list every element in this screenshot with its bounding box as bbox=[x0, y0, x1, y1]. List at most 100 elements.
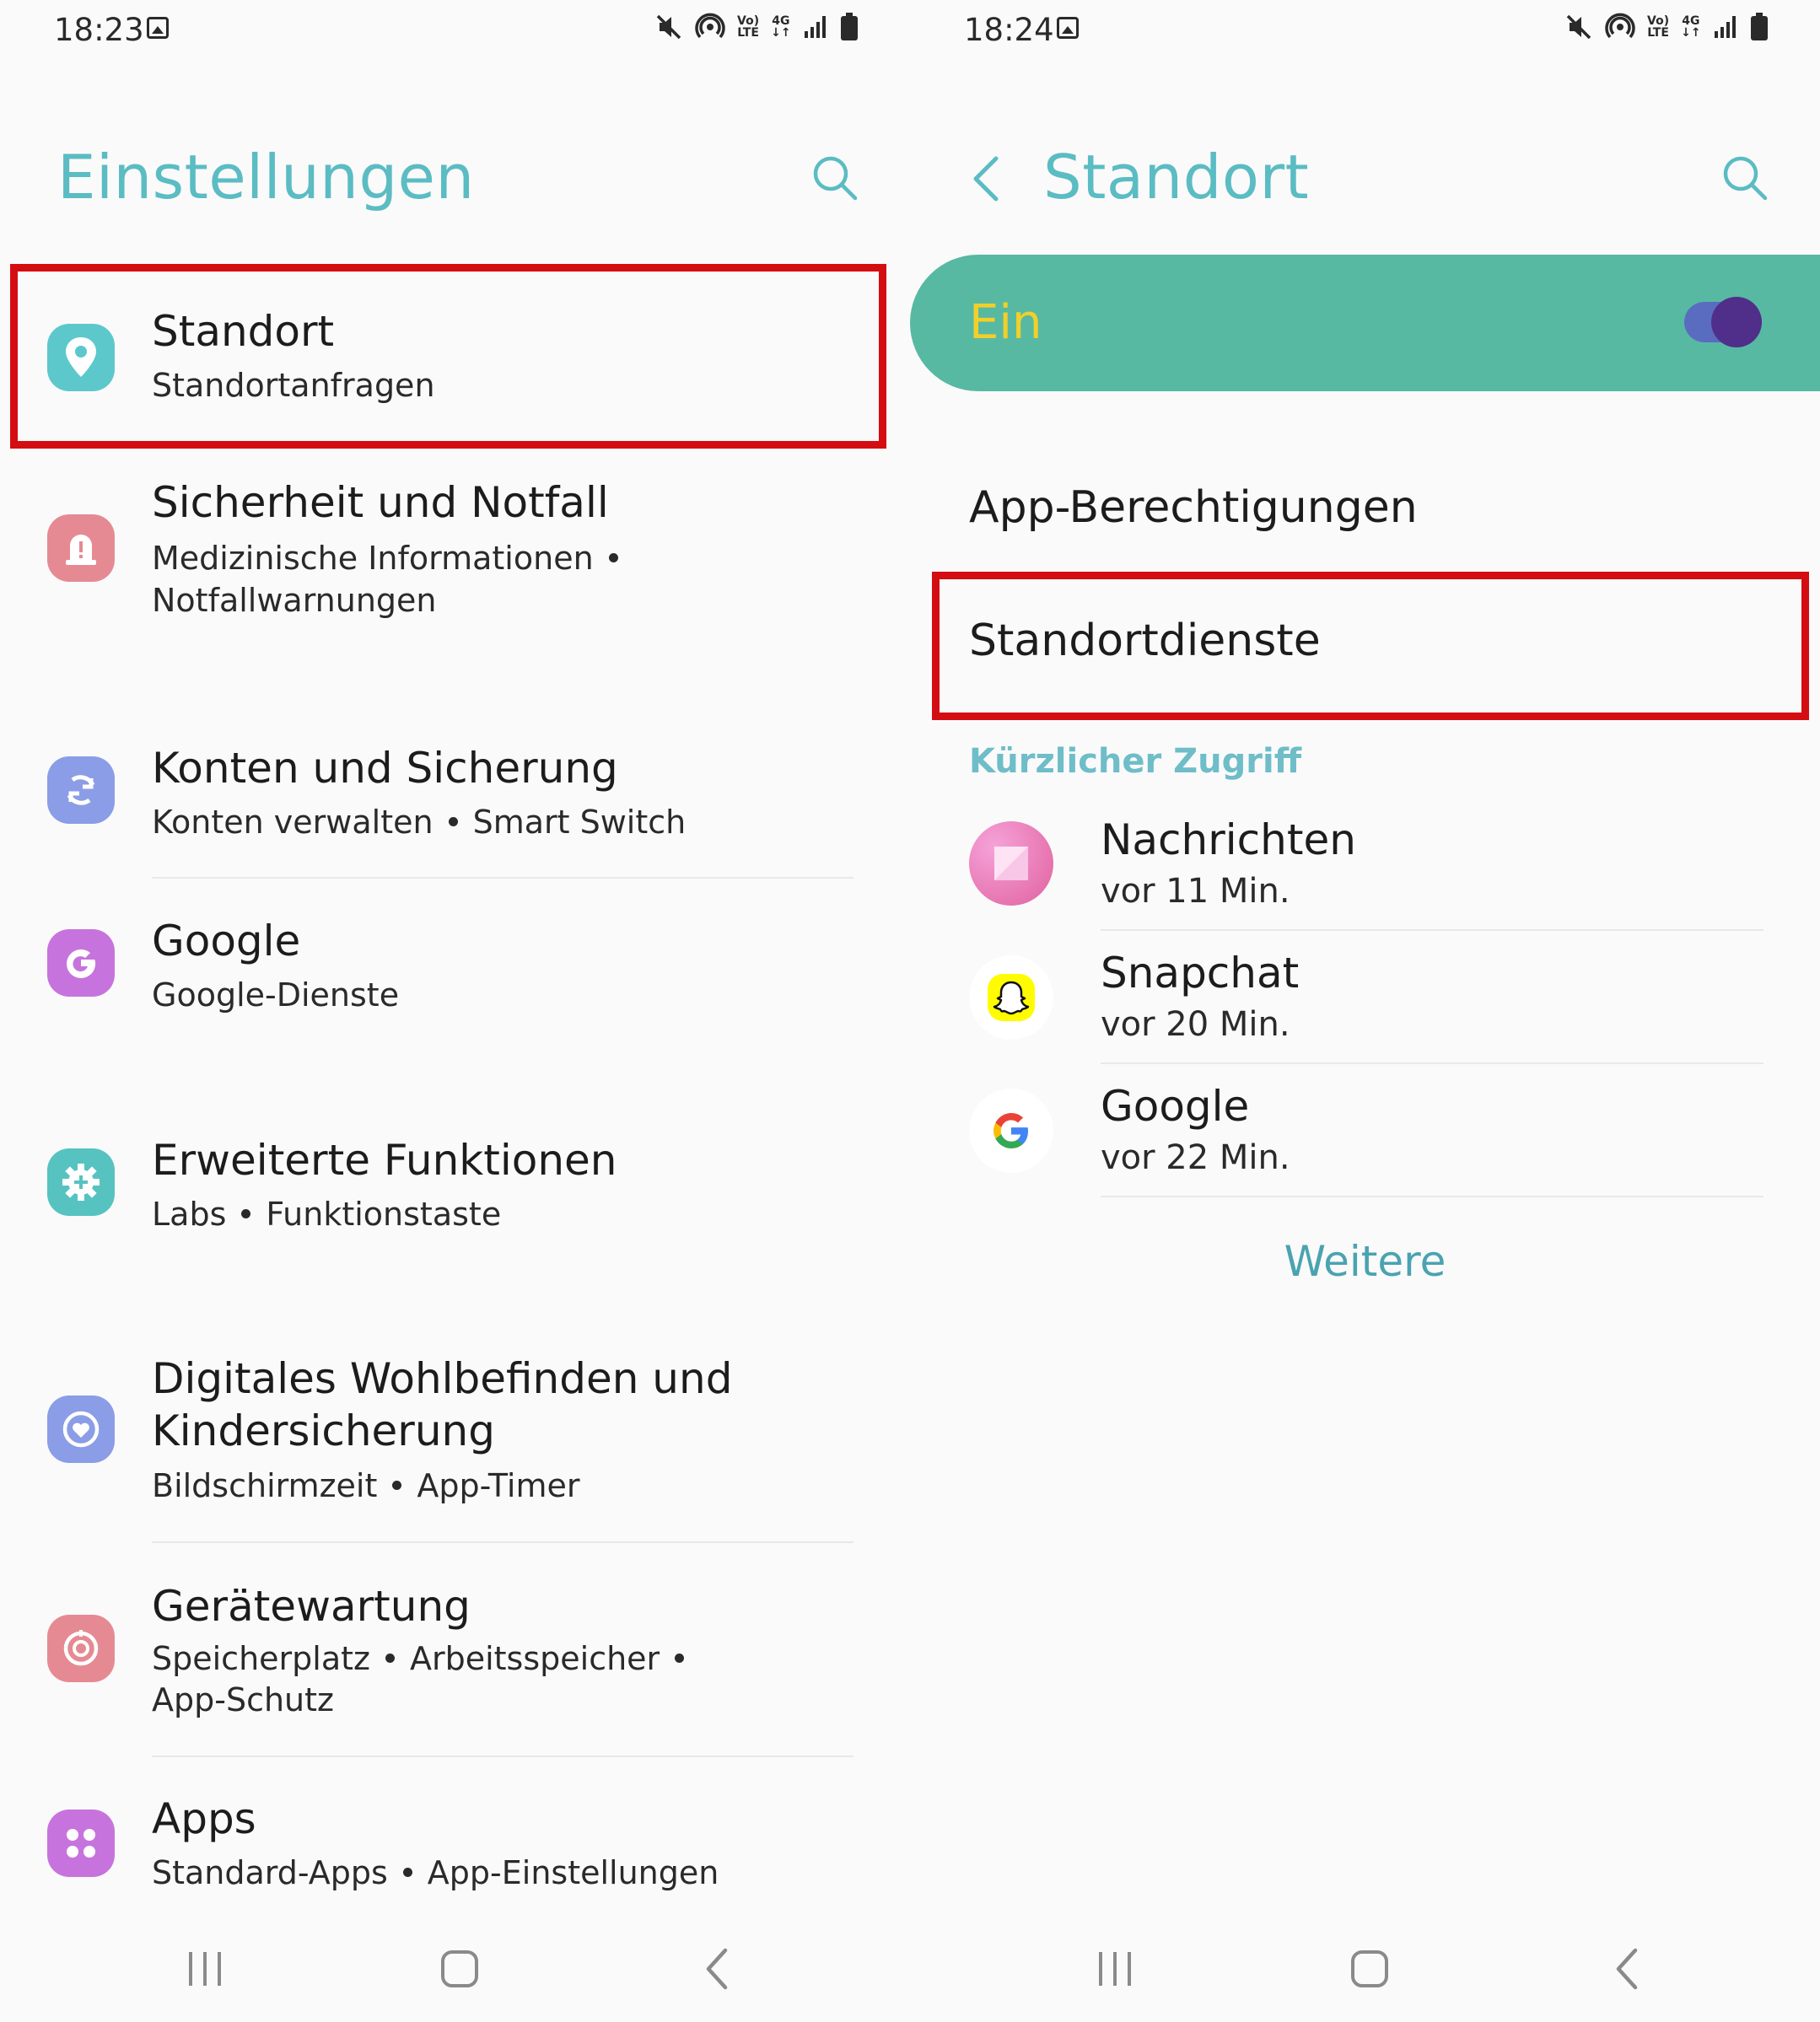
gallery-notification-icon bbox=[1057, 17, 1079, 39]
home-button[interactable] bbox=[1340, 1939, 1399, 1998]
device-care-icon bbox=[47, 1615, 115, 1682]
item-subtitle: Bildschirmzeit App-Timer bbox=[152, 1465, 580, 1507]
alert-siren-icon bbox=[47, 514, 115, 582]
item-title: Konten und Sicherung bbox=[152, 744, 618, 793]
subtitle-part: Medizinische Informationen bbox=[152, 540, 594, 577]
subtitle-part: App-Einstellungen bbox=[427, 1854, 719, 1891]
back-arrow-icon[interactable] bbox=[969, 153, 1003, 204]
settings-item-google[interactable]: Google Google-Dienste bbox=[0, 911, 910, 1037]
settings-item-digitales-wohlbefinden[interactable]: Digitales Wohlbefinden und Kindersicheru… bbox=[0, 1349, 910, 1518]
recent-app-nachrichten[interactable]: Nachrichten vor 11 Min. bbox=[910, 809, 1820, 936]
recent-app-snapchat[interactable]: Snapchat vor 20 Min. bbox=[910, 943, 1820, 1069]
status-icons: Vo) LTE 4G ↓↑ bbox=[1564, 12, 1769, 42]
status-icons: Vo) LTE 4G ↓↑ bbox=[654, 12, 859, 42]
item-subtitle: Konten verwalten Smart Switch bbox=[152, 801, 686, 843]
settings-item-erweiterte-funktionen[interactable]: Erweiterte Funktionen Labs Funktionstaste bbox=[0, 1130, 910, 1256]
recent-app-google[interactable]: Google vor 22 Min. bbox=[910, 1076, 1820, 1202]
volte-top: Vo) bbox=[737, 14, 760, 28]
subtitle-part: Konten verwalten bbox=[152, 804, 433, 841]
subtitle-part: Funktionstaste bbox=[266, 1196, 502, 1233]
divider bbox=[1101, 1196, 1763, 1197]
search-icon[interactable] bbox=[811, 154, 859, 202]
settings-item-konten[interactable]: Konten und Sicherung Konten verwalten Sma… bbox=[0, 738, 910, 881]
home-button[interactable] bbox=[430, 1939, 489, 1998]
back-icon bbox=[1616, 1948, 1638, 1990]
separator-dot bbox=[392, 1481, 402, 1490]
location-master-toggle[interactable]: Ein bbox=[910, 255, 1820, 391]
separator-dot bbox=[402, 1868, 412, 1877]
signal-icon bbox=[804, 16, 826, 38]
sync-icon bbox=[47, 756, 115, 824]
location-switch[interactable] bbox=[1684, 297, 1763, 347]
item-title: Erweiterte Funktionen bbox=[152, 1136, 617, 1185]
battery-icon bbox=[840, 13, 858, 40]
separator-dot bbox=[448, 817, 458, 826]
item-title: Standort bbox=[152, 307, 335, 356]
divider bbox=[1101, 1062, 1763, 1064]
divider bbox=[152, 1541, 853, 1543]
item-title: Apps bbox=[152, 1794, 256, 1843]
recents-icon bbox=[189, 1952, 221, 1986]
app-access-time: vor 22 Min. bbox=[1101, 1138, 1290, 1177]
app-name: Snapchat bbox=[1101, 949, 1300, 998]
network-4g-icon: 4G ↓↑ bbox=[1681, 15, 1700, 39]
location-pin-icon bbox=[47, 324, 115, 391]
separator-dot bbox=[385, 1654, 395, 1663]
subtitle-part: Speicherplatz bbox=[152, 1640, 370, 1677]
recent-apps-button[interactable] bbox=[1085, 1939, 1144, 1998]
data-arrows: ↓↑ bbox=[771, 26, 791, 40]
separator-dot bbox=[675, 1654, 685, 1663]
hotspot-icon bbox=[695, 13, 725, 39]
separator-dot bbox=[241, 1209, 251, 1218]
app-access-time: vor 11 Min. bbox=[1101, 872, 1290, 911]
app-access-time: vor 20 Min. bbox=[1101, 1005, 1290, 1044]
item-subtitle: Speicherplatz Arbeitsspeicher bbox=[152, 1637, 699, 1680]
settings-item-apps[interactable]: Apps Standard-Apps App-Einstellungen bbox=[0, 1791, 910, 1909]
recent-apps-button[interactable] bbox=[175, 1939, 234, 1998]
divider bbox=[152, 1756, 853, 1757]
page-title: Einstellungen bbox=[57, 142, 475, 212]
navigation-bar bbox=[0, 1939, 910, 1998]
menu-item-app-berechtigungen[interactable]: App-Berechtigungen bbox=[969, 481, 1418, 535]
item-title: Google bbox=[152, 917, 301, 965]
hotspot-icon bbox=[1605, 13, 1635, 39]
section-header-recent: Kürzlicher Zugriff bbox=[969, 742, 1302, 781]
item-subtitle-line2: Notfallwarnungen bbox=[152, 582, 437, 619]
more-button[interactable]: Weitere bbox=[910, 1236, 1820, 1287]
net-label: 4G bbox=[772, 14, 790, 28]
settings-item-geraetewartung[interactable]: Gerätewartung Speicherplatz Arbeitsspeich… bbox=[0, 1578, 910, 1730]
page-title: Standort bbox=[1043, 142, 1310, 212]
subtitle-part: Labs bbox=[152, 1196, 227, 1233]
subtitle-part: Bildschirmzeit bbox=[152, 1467, 378, 1504]
menu-item-standortdienste[interactable]: Standortdienste bbox=[969, 614, 1321, 668]
status-time: 18:23 bbox=[54, 12, 144, 48]
switch-knob bbox=[1711, 297, 1762, 347]
back-button[interactable] bbox=[687, 1939, 746, 1998]
messages-icon bbox=[969, 821, 1053, 906]
gallery-notification-icon bbox=[147, 17, 169, 39]
back-icon bbox=[706, 1948, 728, 1990]
mute-icon bbox=[1566, 14, 1591, 40]
google-logo-icon bbox=[969, 1089, 1053, 1173]
volte-icon: Vo) LTE bbox=[737, 15, 759, 39]
data-arrows: ↓↑ bbox=[1681, 26, 1701, 40]
home-icon bbox=[441, 1950, 478, 1987]
network-4g-icon: 4G ↓↑ bbox=[771, 15, 790, 39]
mute-icon bbox=[656, 14, 681, 40]
settings-screen: 18:23 Vo) LTE 4G ↓↑ Einstellungen Standort… bbox=[0, 0, 910, 2022]
wellbeing-heart-icon bbox=[47, 1396, 115, 1463]
app-name: Google bbox=[1101, 1082, 1250, 1131]
subtitle-part: Smart Switch bbox=[472, 804, 687, 841]
settings-item-standort[interactable]: Standort Standortanfragen bbox=[0, 295, 910, 413]
item-subtitle: Standard-Apps App-Einstellungen bbox=[152, 1852, 719, 1894]
item-title: Gerätewartung bbox=[152, 1582, 471, 1631]
back-button[interactable] bbox=[1597, 1939, 1656, 1998]
search-icon[interactable] bbox=[1721, 154, 1769, 202]
item-title: Sicherheit und Notfall bbox=[152, 478, 609, 527]
navigation-bar bbox=[910, 1939, 1820, 1998]
item-subtitle: Standortanfragen bbox=[152, 367, 435, 404]
apps-grid-icon bbox=[47, 1810, 115, 1877]
settings-item-sicherheit[interactable]: Sicherheit und Notfall Medizinische Info… bbox=[0, 476, 910, 645]
item-title-line1: Digitales Wohlbefinden und bbox=[152, 1354, 733, 1403]
subtitle-part: Standard-Apps bbox=[152, 1854, 388, 1891]
